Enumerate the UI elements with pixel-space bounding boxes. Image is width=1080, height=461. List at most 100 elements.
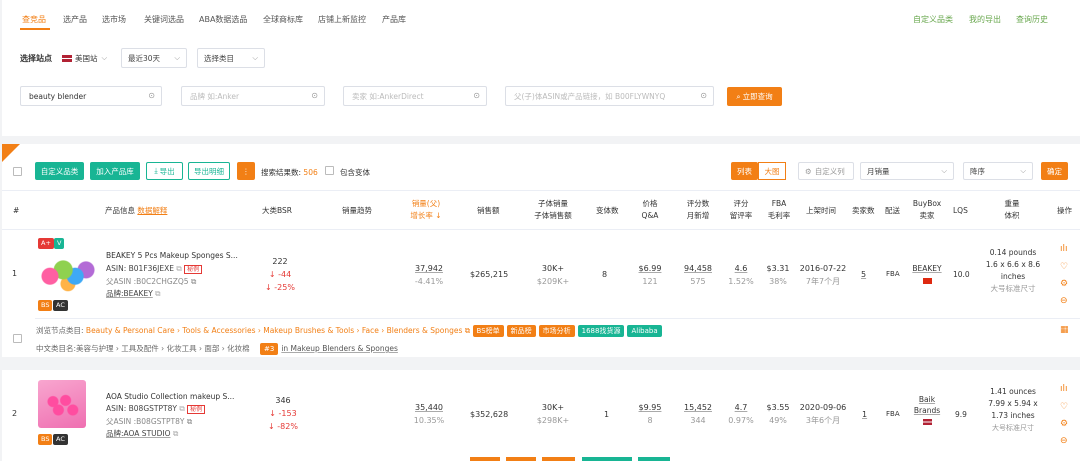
gear-icon: ⚙	[805, 166, 812, 176]
tab-competitor[interactable]: 查竞品	[22, 14, 46, 25]
tag-1688[interactable]: 1688找货源	[577, 325, 625, 337]
search-button[interactable]: ⌕ 立即查询	[727, 87, 782, 106]
search-button-label: 立即查询	[742, 92, 773, 101]
reviews-cell: 15,452 344	[680, 401, 716, 427]
custom-column-button[interactable]: ⚙ 自定义列	[798, 162, 854, 180]
days-select[interactable]: 最近30天 ⌵	[121, 48, 187, 68]
more-icon[interactable]: ⊖	[1060, 296, 1068, 306]
sellers-value[interactable]: 5	[861, 268, 866, 281]
export-button[interactable]: ⤓ 导出	[146, 162, 183, 180]
buybox-value[interactable]: BEAKEY	[908, 262, 946, 275]
confirm-button[interactable]: 确定	[1041, 162, 1068, 180]
bar-chart-icon[interactable]: ılı	[1060, 244, 1068, 254]
listed-cell: 2016-07-22 7年7个月	[797, 262, 849, 288]
rank-category[interactable]: in Makeup Blenders & Sponges	[281, 344, 398, 353]
clear-icon[interactable]: ⊙	[148, 91, 155, 100]
link-icon[interactable]: ⧉	[465, 326, 470, 335]
qa-value: 8	[647, 416, 653, 425]
bsr-change: ↓ -153	[269, 409, 297, 418]
copy-icon[interactable]: ⧉	[187, 417, 192, 426]
qa-value: 121	[642, 277, 658, 286]
include-variant-checkbox[interactable]	[325, 166, 334, 175]
tab-keyword[interactable]: 关键词选品	[144, 14, 184, 25]
tag-new-list[interactable]: 新品榜	[506, 325, 536, 337]
parent-asin[interactable]: 父ASIN :B0C2CHGZQ5 ⧉	[106, 276, 196, 287]
gear-icon[interactable]: ⚙	[1060, 419, 1068, 429]
brand-input[interactable]: 品牌 如:Anker ⊙	[181, 86, 325, 106]
browse-path[interactable]: Beauty & Personal Care › Tools & Accesso…	[86, 326, 462, 335]
tab-aba[interactable]: ABA数据选品	[199, 14, 247, 25]
parent-asin[interactable]: 父ASIN :B08GSTPT8Y ⧉	[106, 416, 192, 427]
growth-value: -4.41%	[414, 277, 444, 286]
select-all-checkbox[interactable]	[13, 167, 22, 176]
active-tab-underline	[20, 28, 50, 30]
header-price2: Q&A	[641, 211, 659, 220]
seller-input[interactable]: 卖家 如:AnkerDirect ⊙	[343, 86, 487, 106]
tab-select-market[interactable]: 选市场	[102, 14, 126, 25]
link-history[interactable]: 查询历史	[1016, 14, 1048, 25]
tab-select-product[interactable]: 选产品	[63, 14, 87, 25]
header-reviews: 评分数 月新增	[683, 198, 713, 222]
calculator-icon[interactable]: ▦	[1060, 325, 1069, 335]
brand[interactable]: 品牌:AOA STUDIO ⧉	[106, 428, 178, 439]
row-checkbox[interactable]	[13, 334, 22, 343]
clear-icon[interactable]: ⊙	[473, 91, 480, 100]
bar-chart-icon[interactable]: ılı	[1060, 384, 1068, 394]
heart-icon[interactable]: ♡	[1060, 402, 1068, 412]
export-detail-button[interactable]: 导出明细	[188, 162, 230, 180]
header-buybox2: 卖家	[919, 211, 935, 220]
header-sales[interactable]: 销量(父) 增长率 ↓	[408, 198, 444, 222]
size-value: 大号标准尺寸	[992, 424, 1034, 432]
asin[interactable]: ASIN: B08GSTPT8Y ⧉ 秘例	[106, 404, 206, 414]
tag-bs-list[interactable]: BS榜单	[472, 325, 504, 337]
asin[interactable]: ASIN: B01F36JEXE ⧉ 秘例	[106, 264, 203, 274]
bestseller-badge: BS	[38, 300, 53, 311]
more-button[interactable]: ⋮	[237, 162, 255, 180]
clear-icon[interactable]: ⊙	[311, 91, 318, 100]
add-library-button[interactable]: 加入产品库	[90, 162, 140, 180]
custom-category-button[interactable]: 自定义品类	[35, 162, 84, 180]
tag-alibaba[interactable]: Alibaba	[627, 325, 662, 337]
view-grid-button[interactable]: 大图	[758, 162, 786, 180]
heart-icon[interactable]: ♡	[1060, 262, 1068, 272]
sellers-value[interactable]: 1	[862, 408, 867, 421]
keyword-input[interactable]: beauty blender ⊙	[20, 86, 162, 106]
link-my-exports[interactable]: 我的导出	[969, 14, 1001, 25]
copy-icon[interactable]: ⧉	[173, 429, 178, 438]
copy-icon[interactable]: ⧉	[155, 289, 160, 298]
sort-order-select[interactable]: 降序 ⌵	[963, 162, 1033, 180]
gear-icon[interactable]: ⚙	[1060, 279, 1068, 289]
row-index: 1	[12, 269, 18, 278]
buybox-value[interactable]: Baik Brands	[910, 394, 944, 416]
tab-product-library[interactable]: 产品库	[382, 14, 406, 25]
brand[interactable]: 品牌:BEAKEY ⧉	[106, 288, 161, 299]
us-flag-icon	[922, 419, 932, 425]
tab-store-monitor[interactable]: 店铺上新监控	[318, 14, 366, 25]
review-rate: 1.52%	[728, 277, 754, 286]
link-custom-category[interactable]: 自定义品类	[913, 14, 953, 25]
product-title[interactable]: AOA Studio Collection makeup S...	[106, 392, 234, 401]
category-select[interactable]: 选择类目 ⌵	[197, 48, 265, 68]
copy-icon[interactable]: ⧉	[176, 264, 181, 273]
view-list-button[interactable]: 列表	[731, 162, 758, 180]
data-explain-link[interactable]: 数据解释	[137, 206, 167, 215]
more-icon[interactable]: ⊖	[1060, 436, 1068, 446]
header-sub2: 子体销售额	[534, 211, 572, 220]
bsr-cell: 222 ↓ -44 ↓ -25%	[262, 255, 298, 294]
sponge-shapes	[44, 392, 80, 416]
tag-market-analysis[interactable]: 市场分析	[538, 325, 575, 337]
copy-icon[interactable]: ⧉	[179, 404, 184, 413]
tab-trademark[interactable]: 全球商标库	[263, 14, 303, 25]
asin-input[interactable]: 父(子)体ASIN或产品链接，如 B00FLYWNYQ ⊙	[505, 86, 714, 106]
header-buybox1: BuyBox	[912, 199, 942, 208]
product-title[interactable]: BEAKEY 5 Pcs Makeup Sponges S...	[106, 251, 238, 260]
video-badge: V	[54, 238, 65, 249]
station-select[interactable]: 美国站 ⌵	[62, 51, 107, 65]
product-image[interactable]	[38, 251, 98, 293]
clear-icon[interactable]: ⊙	[700, 91, 707, 100]
sub-sales: 30K+	[541, 264, 565, 273]
days-value: 最近30天	[128, 53, 161, 63]
sort-field-select[interactable]: 月销量 ⌵	[860, 162, 954, 180]
copy-icon[interactable]: ⧉	[191, 277, 196, 286]
browse-label: 浏览节点类目:	[36, 326, 84, 335]
